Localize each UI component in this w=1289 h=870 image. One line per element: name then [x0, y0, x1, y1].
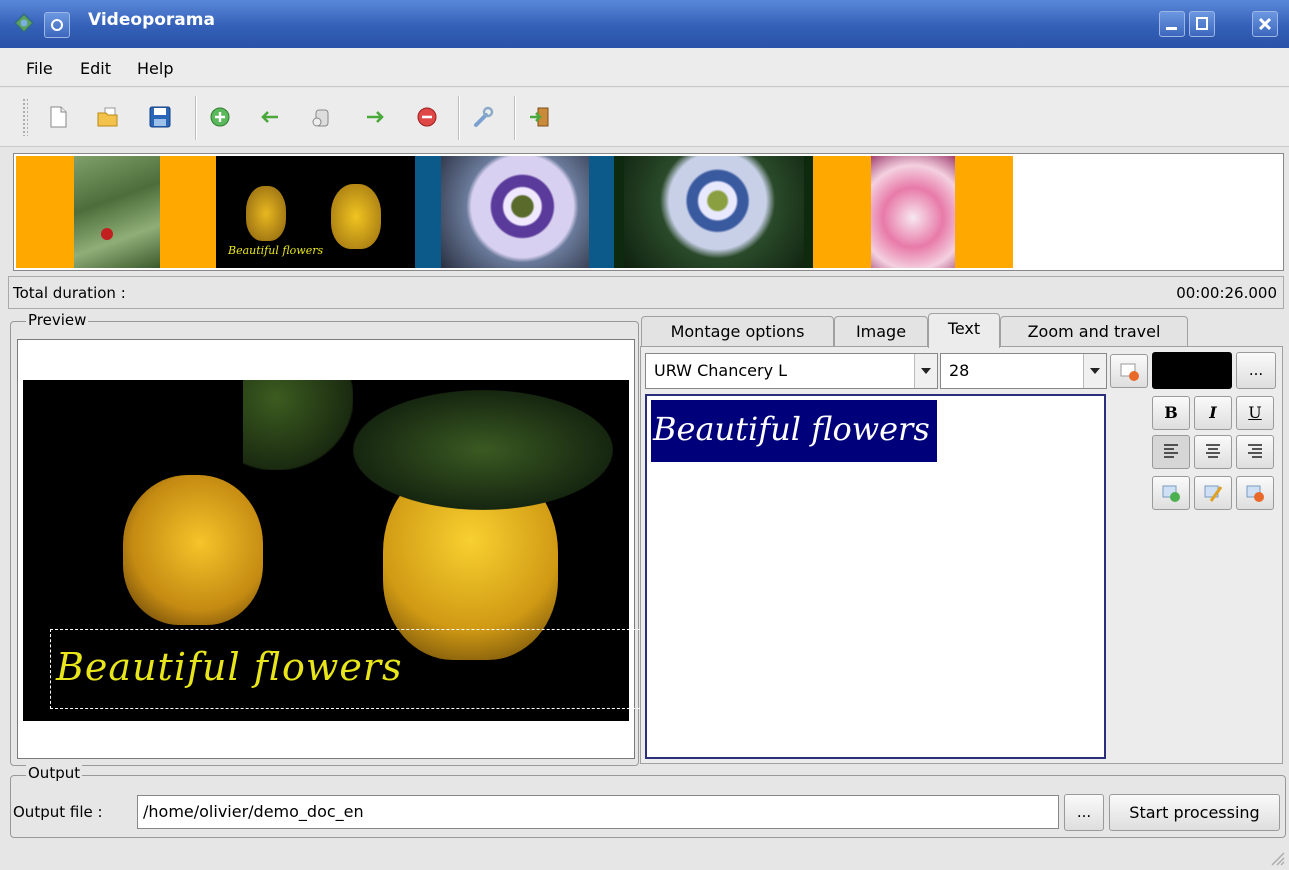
menu-file[interactable]: File — [26, 59, 53, 78]
editor-text: Beautiful flowers — [653, 410, 930, 448]
delete-text-button[interactable] — [1236, 476, 1274, 510]
minimize-button[interactable] — [1159, 11, 1185, 37]
close-button[interactable] — [1252, 11, 1278, 37]
maximize-button[interactable] — [1189, 11, 1215, 37]
open-folder-icon[interactable] — [95, 104, 121, 130]
thumbnail-ladybug[interactable] — [16, 156, 216, 268]
edit-text-button[interactable] — [1194, 476, 1232, 510]
menu-help[interactable]: Help — [137, 59, 173, 78]
edit-text-icon — [1204, 485, 1223, 502]
toolbar-separator — [514, 96, 516, 140]
font-select[interactable]: URW Chancery L — [645, 353, 938, 389]
settings-wrench-icon[interactable] — [470, 104, 496, 130]
align-right-icon — [1248, 444, 1262, 458]
duration-bar: Total duration : 00:00:26.000 — [8, 276, 1284, 309]
app-icon — [14, 13, 34, 33]
tab-montage-options[interactable]: Montage options — [641, 316, 834, 346]
delete-text-icon — [1246, 485, 1264, 502]
italic-button[interactable]: I — [1194, 396, 1232, 430]
preview-frame: Beautiful flowers — [17, 339, 650, 759]
move-right-icon[interactable] — [362, 104, 388, 130]
start-processing-button[interactable]: Start processing — [1109, 794, 1280, 831]
clear-format-button[interactable] — [1110, 354, 1148, 388]
text-editor[interactable]: Beautiful flowers — [645, 394, 1106, 759]
output-file-label: Output file : — [13, 803, 103, 821]
toolbar-grip[interactable] — [22, 98, 28, 136]
resize-grip-icon[interactable] — [1267, 848, 1285, 866]
add-text-icon — [1162, 485, 1180, 502]
window-menu-button[interactable] — [44, 12, 70, 38]
more-color-button[interactable]: ... — [1236, 352, 1276, 389]
align-center-icon — [1206, 444, 1220, 458]
total-duration-label: Total duration : — [13, 284, 126, 302]
font-select-value: URW Chancery L — [654, 361, 788, 380]
thumbnail-yellow-roses[interactable]: Beautiful flowers — [216, 156, 415, 268]
total-duration-value: 00:00:26.000 — [1176, 284, 1277, 302]
text-color-swatch[interactable] — [1152, 352, 1232, 389]
close-icon — [1258, 17, 1272, 31]
align-left-icon — [1164, 444, 1178, 458]
window-title: Videoporama — [88, 10, 215, 30]
exit-icon[interactable] — [527, 104, 553, 130]
remove-icon[interactable] — [414, 104, 440, 130]
image-filmstrip[interactable]: Beautiful flowers — [13, 153, 1284, 271]
align-left-button[interactable] — [1152, 435, 1190, 469]
menu-edit[interactable]: Edit — [80, 59, 111, 78]
browse-output-button[interactable]: ... — [1064, 794, 1104, 831]
tab-zoom-and-travel[interactable]: Zoom and travel — [1000, 316, 1188, 346]
output-group-label: Output — [26, 764, 83, 782]
tab-image[interactable]: Image — [834, 316, 928, 346]
delete-image-icon[interactable] — [308, 104, 334, 130]
chevron-down-icon — [914, 354, 937, 388]
font-size-value: 28 — [949, 361, 970, 380]
title-bar: Videoporama — [0, 0, 1289, 48]
preview-group-label: Preview — [26, 311, 89, 329]
underline-button[interactable]: U — [1236, 396, 1274, 430]
chevron-down-icon — [1083, 354, 1106, 388]
clear-format-icon — [1120, 363, 1139, 381]
toolbar-separator — [195, 96, 197, 140]
tab-text[interactable]: Text — [928, 313, 1000, 348]
add-image-icon[interactable] — [207, 104, 233, 130]
thumbnail-lily[interactable] — [813, 156, 1013, 268]
thumbnail-passion-flower-1[interactable] — [415, 156, 614, 268]
add-text-button[interactable] — [1152, 476, 1190, 510]
menu-bar: File Edit Help — [0, 48, 1289, 87]
save-icon[interactable] — [147, 104, 173, 130]
toolbar-separator — [458, 96, 460, 140]
thumbnail-passion-flower-2[interactable] — [614, 156, 813, 268]
output-file-input[interactable]: /home/olivier/demo_doc_en — [137, 795, 1059, 829]
bold-button[interactable]: B — [1152, 396, 1190, 430]
toolbar — [0, 88, 1289, 147]
preview-overlay-text: Beautiful flowers — [56, 645, 403, 689]
new-document-icon[interactable] — [45, 104, 71, 130]
font-size-select[interactable]: 28 — [940, 353, 1107, 389]
thumbnail-caption: Beautiful flowers — [228, 244, 324, 257]
move-left-icon[interactable] — [257, 104, 283, 130]
align-right-button[interactable] — [1236, 435, 1274, 469]
align-center-button[interactable] — [1194, 435, 1232, 469]
